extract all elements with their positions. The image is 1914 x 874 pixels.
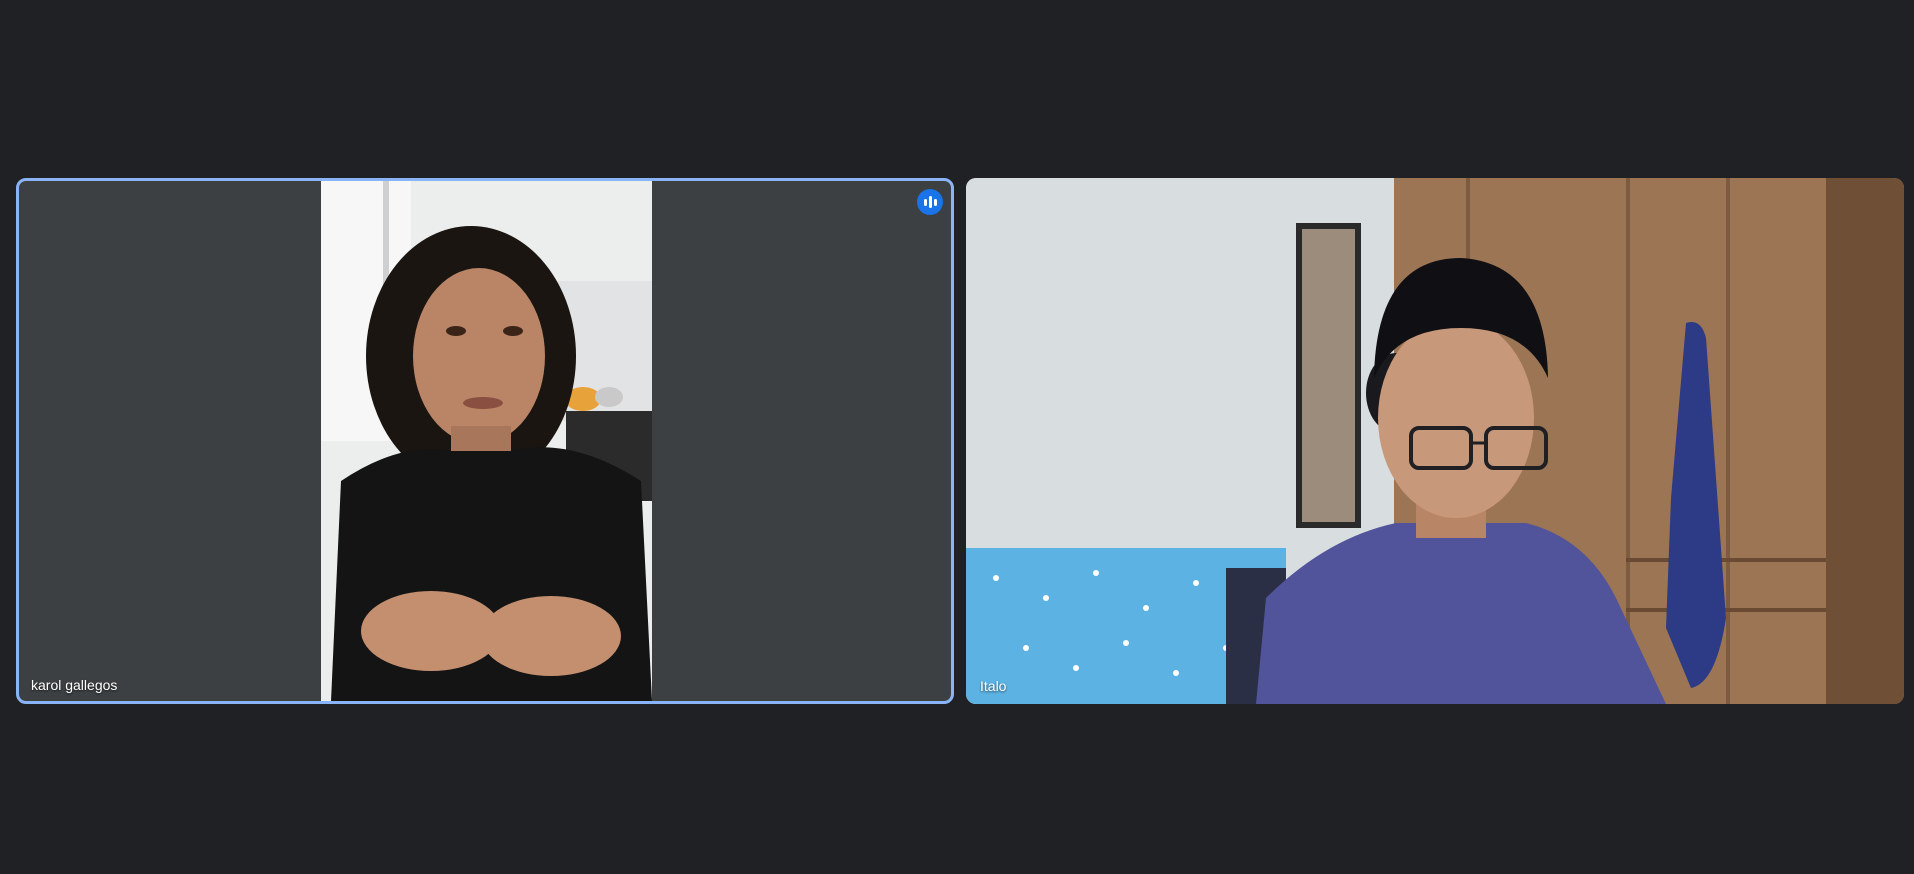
participant-tile-karol[interactable]: karol gallegos xyxy=(16,178,954,704)
video-frame-italo xyxy=(966,178,1904,704)
participant-name-label: karol gallegos xyxy=(31,677,118,693)
video-frame-karol xyxy=(321,181,652,701)
participant-name-label: Italo xyxy=(980,678,1007,694)
meeting-grid: karol gallegos Italo xyxy=(0,0,1914,874)
audio-waveform-icon xyxy=(917,189,943,215)
participant-video xyxy=(321,181,652,701)
participant-tile-italo[interactable]: Italo xyxy=(966,178,1904,704)
